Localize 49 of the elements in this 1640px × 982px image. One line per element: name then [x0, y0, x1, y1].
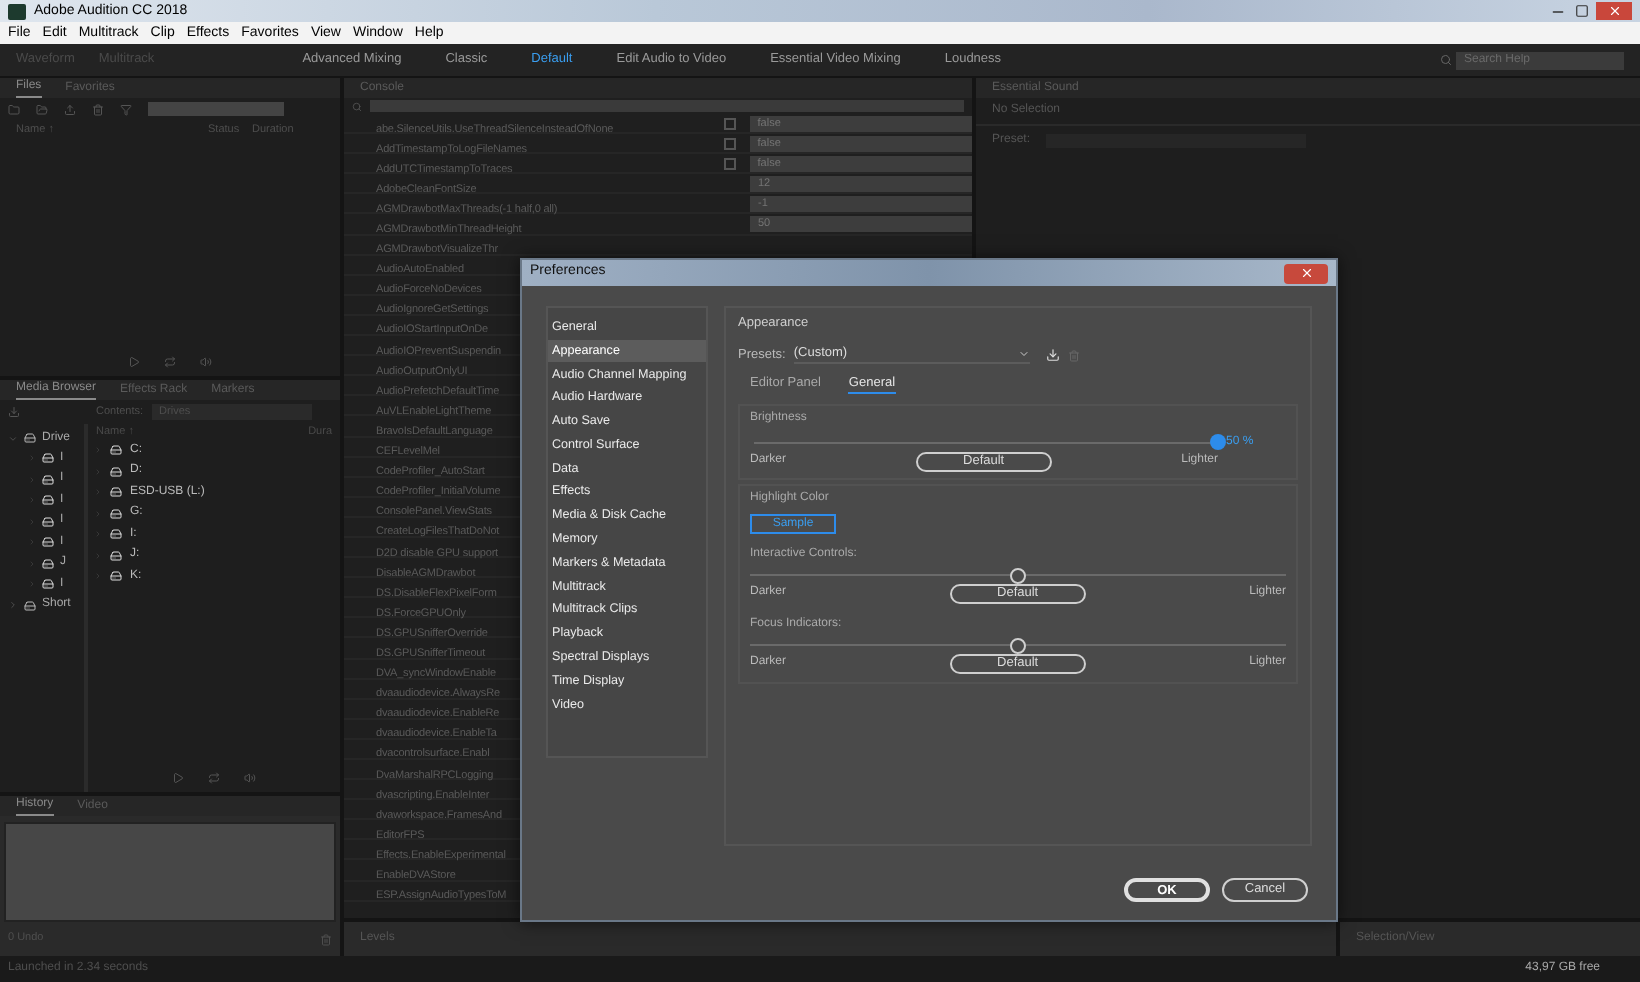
expand-icon[interactable]	[8, 600, 18, 610]
drive-icon	[42, 452, 54, 465]
drive-icon	[110, 570, 122, 583]
drive-icon	[42, 536, 54, 549]
close-button[interactable]	[1284, 263, 1328, 283]
expand-icon[interactable]	[8, 433, 18, 443]
drive-icon	[24, 432, 36, 444]
maximize-icon[interactable]	[1572, 4, 1592, 18]
slider-thumb[interactable]	[1010, 637, 1026, 653]
drive-icon	[42, 494, 54, 507]
search-field[interactable]	[148, 102, 284, 116]
drive-icon	[24, 599, 36, 611]
play-icon[interactable]	[128, 356, 140, 368]
search-icon	[1440, 54, 1452, 66]
close-icon	[1607, 4, 1621, 18]
slider-thumb[interactable]	[1210, 434, 1226, 450]
drive-icon	[42, 473, 54, 486]
drive-icon	[42, 578, 54, 591]
close-icon	[1299, 266, 1313, 280]
folder-icon[interactable]	[8, 103, 20, 115]
drive-icon	[110, 549, 122, 562]
checkbox[interactable]	[724, 157, 736, 170]
app-icon	[8, 3, 26, 19]
drive-icon	[110, 528, 122, 541]
trash-icon[interactable]	[92, 103, 104, 115]
drive-icon	[42, 557, 54, 570]
drive-icon	[110, 486, 122, 499]
search-field[interactable]	[370, 100, 964, 112]
loop-icon[interactable]	[208, 772, 220, 784]
checkbox[interactable]	[724, 137, 736, 150]
volume-icon[interactable]	[200, 356, 212, 368]
play-icon[interactable]	[172, 772, 184, 784]
checkbox[interactable]	[724, 117, 736, 130]
search-icon	[352, 101, 362, 111]
folder-icon[interactable]	[36, 103, 48, 115]
volume-icon[interactable]	[244, 772, 256, 784]
close-button[interactable]	[1596, 2, 1632, 20]
trash-icon[interactable]	[1067, 349, 1080, 362]
drive-icon	[110, 465, 122, 478]
loop-icon[interactable]	[164, 356, 176, 368]
drive-icon	[110, 507, 122, 520]
trash-icon[interactable]	[320, 933, 332, 945]
drive-icon	[42, 515, 54, 528]
drive-icon	[110, 444, 122, 457]
import-icon[interactable]	[1045, 348, 1060, 363]
slider-thumb[interactable]	[1010, 567, 1026, 583]
caret-icon	[1017, 348, 1030, 361]
filter-icon[interactable]	[120, 103, 132, 115]
export-icon[interactable]	[64, 103, 76, 115]
